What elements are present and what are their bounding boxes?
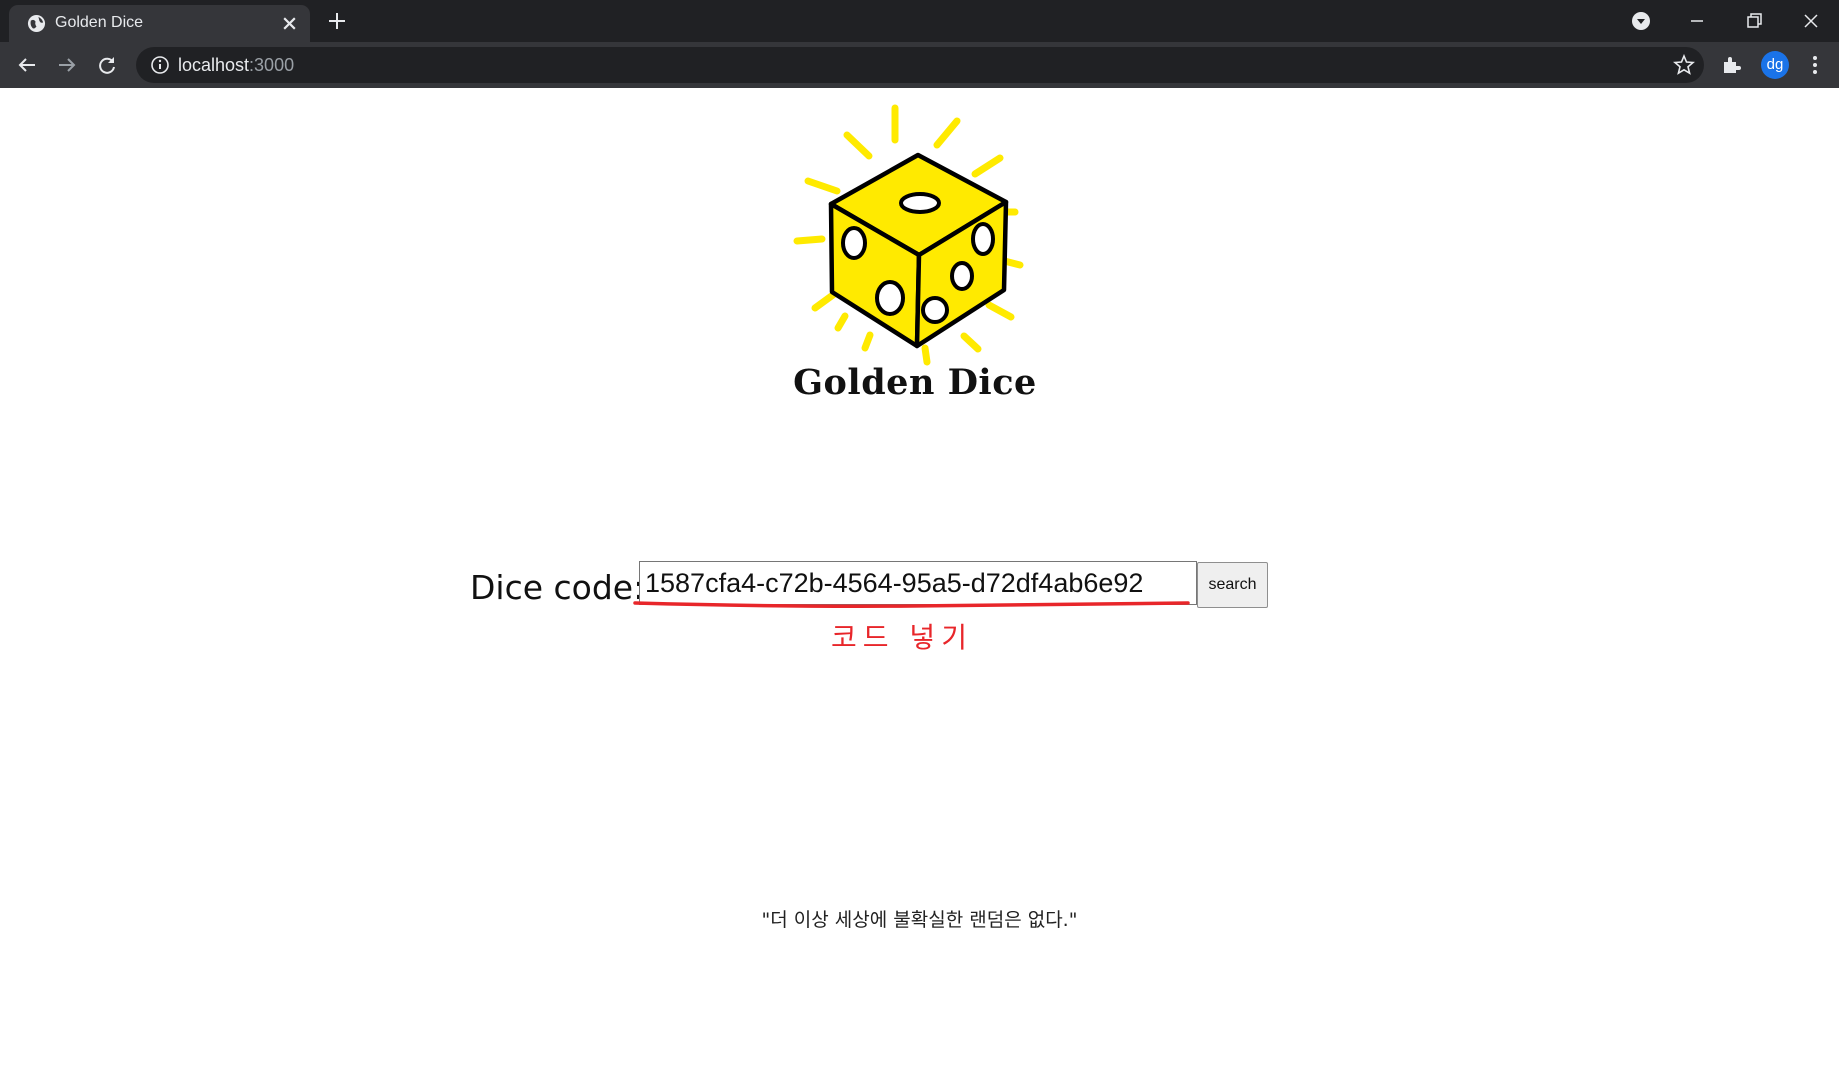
- red-underline-annotation: [633, 601, 1190, 608]
- browser-tab-bar: Golden Dice: [0, 0, 1839, 42]
- dice-code-search-row: Dice code: search: [0, 560, 1839, 620]
- url-port: :3000: [249, 55, 295, 75]
- browser-toolbar: localhost:3000 dg: [0, 42, 1839, 88]
- extensions-puzzle-icon[interactable]: [1720, 54, 1742, 76]
- info-icon[interactable]: [150, 55, 170, 75]
- logo-wordmark: Golden Dice: [793, 362, 1037, 403]
- minimize-icon[interactable]: [1686, 10, 1708, 32]
- new-tab-icon[interactable]: [327, 11, 347, 31]
- profile-avatar[interactable]: dg: [1761, 51, 1789, 79]
- close-tab-icon[interactable]: [281, 15, 298, 32]
- url-text: localhost:3000: [178, 55, 294, 76]
- globe-icon: [27, 14, 46, 33]
- more-menu-icon[interactable]: [1804, 54, 1826, 76]
- annotation-caption: 코드 넣기: [831, 621, 973, 654]
- bookmark-star-icon[interactable]: [1673, 54, 1695, 76]
- footer-quote: "더 이상 세상에 불확실한 랜덤은 없다.": [761, 909, 1078, 931]
- search-button[interactable]: search: [1197, 562, 1268, 608]
- back-arrow-icon[interactable]: [16, 54, 38, 76]
- tab-title: Golden Dice: [55, 14, 144, 31]
- forward-arrow-icon[interactable]: [56, 54, 78, 76]
- browser-tab-golden-dice[interactable]: Golden Dice: [9, 5, 310, 42]
- tab-search-icon[interactable]: [1630, 10, 1652, 32]
- reload-icon[interactable]: [96, 54, 118, 76]
- restore-icon[interactable]: [1743, 10, 1765, 32]
- url-host: localhost: [178, 55, 250, 75]
- address-bar[interactable]: localhost:3000: [136, 47, 1704, 83]
- dice-code-label: Dice code:: [470, 568, 645, 607]
- close-window-icon[interactable]: [1800, 10, 1822, 32]
